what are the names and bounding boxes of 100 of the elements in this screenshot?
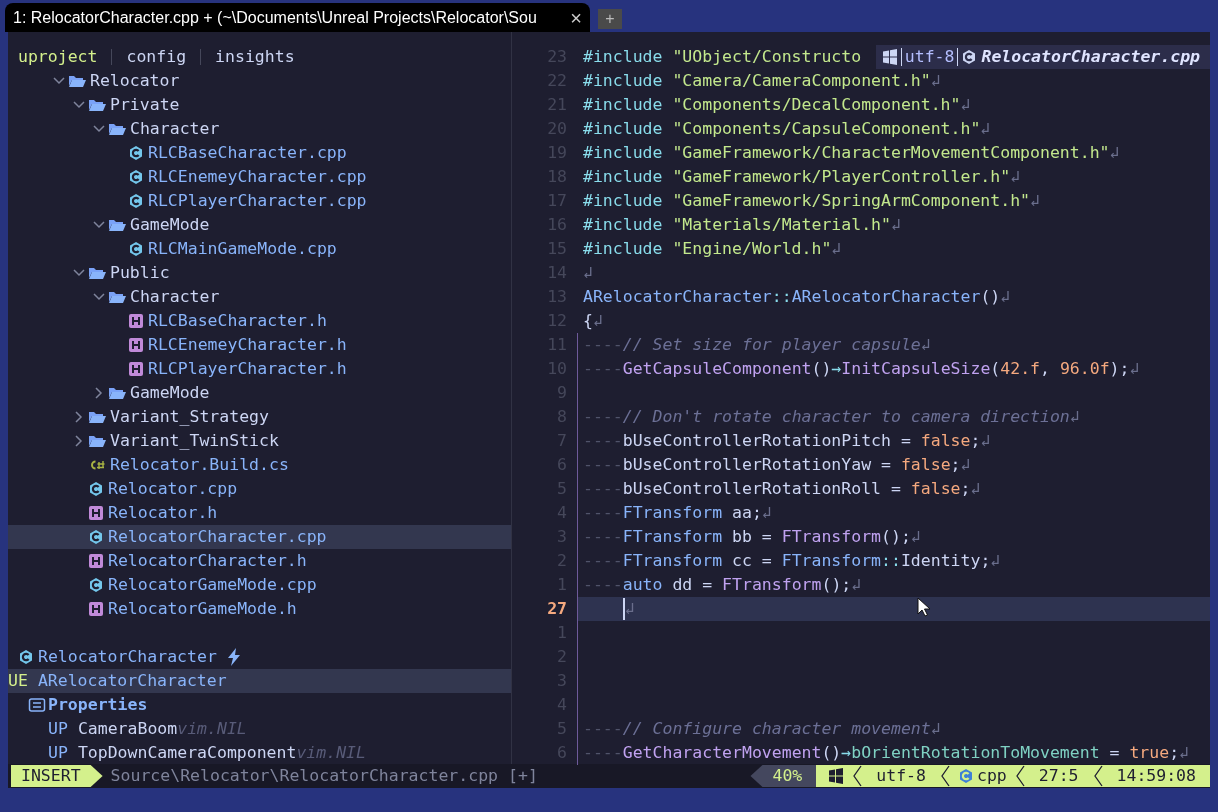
tree-item[interactable]: Character (8, 285, 511, 309)
outline-item[interactable]: UE ARelocatorCharacter (8, 669, 511, 693)
tree-item[interactable]: GameMode (8, 381, 511, 405)
folder-icon (108, 217, 126, 233)
tree-item-label: Relocator (90, 70, 180, 92)
code-line: #include "Engine/World.h"↲ (583, 238, 842, 260)
outline-group-label: Properties (48, 694, 148, 716)
close-tab-button[interactable]: × (570, 2, 582, 33)
folder-icon (88, 97, 106, 113)
tree-item[interactable]: RLCMainGameMode.cpp (8, 237, 511, 261)
status-item: utf-8 (875, 765, 927, 787)
mode-indicator: INSERT (11, 765, 103, 787)
tree-item-label: RelocatorCharacter.cpp (108, 526, 327, 548)
tree-item[interactable]: Relocator.h (8, 501, 511, 525)
code-line: ----FTransform aa;↲ (583, 502, 772, 524)
lightning-icon (226, 648, 241, 666)
cpp-file-icon (128, 241, 144, 257)
folder-icon (88, 409, 106, 425)
tree-item-label: RLCPlayerCharacter.h (148, 358, 347, 380)
tree-item[interactable]: Relocator (8, 69, 511, 93)
tree-item-label: Character (130, 286, 220, 308)
tree-item[interactable]: RLCBaseCharacter.cpp (8, 141, 511, 165)
file-path: Source\Relocator\RelocatorCharacter.cpp (110, 765, 499, 787)
tree-item[interactable]: Private (8, 93, 511, 117)
tree-item[interactable]: RLCEnemeyCharacter.cpp (8, 165, 511, 189)
encoding-label: utf-8 (904, 46, 955, 68)
code-line: #include "UObject/Constructo (583, 46, 862, 68)
outline-item[interactable]: UP TopDownCameraComponentvim.NIL (8, 741, 511, 765)
code-line: ----bUseControllerRotationYaw = false;↲ (583, 454, 971, 476)
chevron-down-icon (73, 269, 85, 277)
folder-icon (108, 121, 126, 137)
code-line: {↲ (583, 310, 603, 332)
tree-item[interactable]: Character (8, 117, 511, 141)
symbol-name: ARelocatorCharacter (37, 670, 227, 692)
tree-item-label: RelocatorGameMode.h (108, 598, 297, 620)
tree-item[interactable]: Public (8, 261, 511, 285)
outline-item[interactable]: Properties (8, 693, 511, 717)
tree-item[interactable]: Variant_Strategy (8, 405, 511, 429)
tree-item-label: Relocator.Build.cs (110, 454, 289, 476)
symbol-detail: vim.NIL (177, 718, 247, 740)
chevron-down-icon (53, 77, 65, 85)
tree-item[interactable]: Variant_TwinStick (8, 429, 511, 453)
chevron-down-icon (93, 293, 105, 301)
symbol-name: CameraBoom (77, 718, 178, 740)
header-file-icon (88, 601, 104, 617)
tree-item[interactable]: GameMode (8, 213, 511, 237)
symbol-name: TopDownCameraComponent (77, 742, 297, 764)
tree-item-label: Relocator.cpp (108, 478, 238, 500)
code-line: #include "Components/CapsuleComponent.h"↲ (583, 118, 991, 140)
tree-item[interactable]: RelocatorCharacter.cpp (8, 525, 511, 549)
tree-item-label: Variant_TwinStick (110, 430, 279, 452)
windows-icon (828, 768, 845, 784)
tree-item[interactable]: RLCEnemeyCharacter.h (8, 333, 511, 357)
tree-item[interactable]: RLCPlayerCharacter.h (8, 357, 511, 381)
tree-item[interactable]: RLCBaseCharacter.h (8, 309, 511, 333)
tree-item-label: Variant_Strategy (110, 406, 269, 428)
explorer-tab[interactable]: insights (215, 45, 295, 69)
text-cursor (622, 598, 625, 620)
symbol-prefix: UP (48, 718, 68, 740)
header-file-icon (128, 337, 144, 353)
cpp-file-icon (128, 193, 144, 209)
chevron-right-icon (75, 435, 83, 447)
code-line: #include "GameFramework/SpringArmComponent.h"↲ (583, 190, 1040, 212)
header-file-icon (128, 361, 144, 377)
tree-item-label: RLCBaseCharacter.h (148, 310, 327, 332)
tree-item[interactable]: Relocator.Build.cs (8, 453, 511, 477)
new-tab-button[interactable]: + (598, 9, 622, 29)
tree-item-label: RLCMainGameMode.cpp (148, 238, 337, 260)
modified-indicator: [+] (508, 765, 538, 787)
tree-item-label: RelocatorGameMode.cpp (108, 574, 317, 596)
code-line: ----bUseControllerRotationPitch = false;↲ (583, 430, 991, 452)
outline-item[interactable]: UP CameraBoomvim.NIL (8, 717, 511, 741)
code-line: ----GetCharacterMovement()→bOrientRotationToMovement = true;↲ (583, 742, 1190, 764)
editor-tab[interactable]: 1: RelocatorCharacter.cpp + (~\Documents\Unreal Projects\Relocator\Sou × (5, 3, 590, 32)
symbol-prefix: UE (8, 670, 28, 692)
mouse-pointer-icon (917, 597, 931, 617)
folder-icon (68, 73, 86, 89)
chevron-right-icon (95, 387, 103, 399)
tree-item[interactable]: RelocatorGameMode.h (8, 597, 511, 621)
code-line: ----bUseControllerRotationRoll = false;↲ (583, 478, 981, 500)
tree-item-label: Private (110, 94, 180, 116)
tree-item[interactable]: RelocatorGameMode.cpp (8, 573, 511, 597)
folder-icon (108, 385, 126, 401)
code-line: #include "Camera/CameraComponent.h"↲ (583, 70, 941, 92)
cpp-file-icon (128, 169, 144, 185)
tree-item[interactable]: Relocator.cpp (8, 477, 511, 501)
symbol-detail: vim.NIL (296, 742, 366, 764)
list-icon (28, 697, 46, 713)
explorer-tab[interactable]: config (126, 45, 187, 69)
tree-item[interactable]: RLCPlayerCharacter.cpp (8, 189, 511, 213)
tree-item[interactable]: RelocatorCharacter.h (8, 549, 511, 573)
code-line: #include "GameFramework/CharacterMovementComponent.h"↲ (583, 142, 1120, 164)
explorer-tab[interactable]: uproject (18, 45, 98, 69)
cpp-file-icon (88, 577, 104, 593)
code-line: ----// Don't rotate character to camera direction↲ (583, 406, 1080, 428)
code-line: ----// Set size for player capsule↲ (583, 334, 931, 356)
folder-icon (108, 289, 126, 305)
cpp-file-icon (957, 768, 974, 784)
tree-item-label: RLCEnemeyCharacter.h (148, 334, 347, 356)
tree-item-label: RLCBaseCharacter.cpp (148, 142, 347, 164)
